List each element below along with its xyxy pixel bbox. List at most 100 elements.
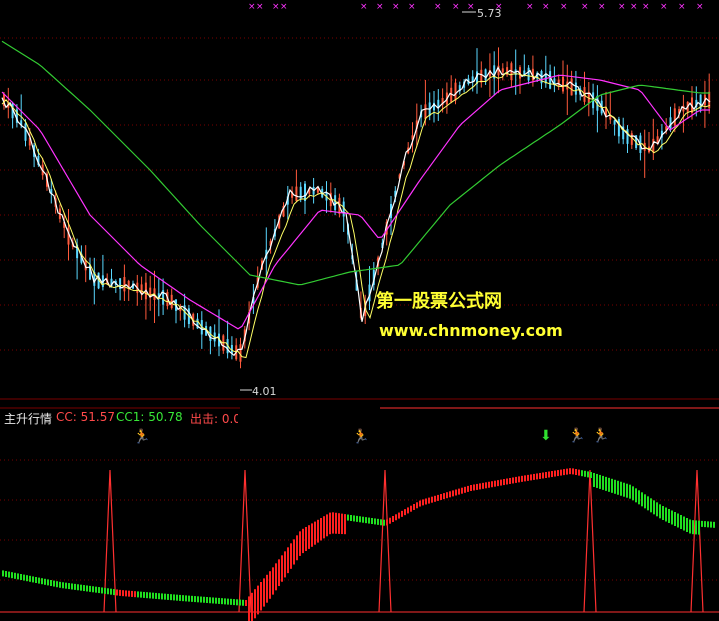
histogram-bar [464, 486, 466, 493]
histogram-bar [599, 474, 601, 489]
histogram-bar [152, 592, 154, 599]
histogram-bar [635, 488, 637, 503]
histogram-bar [101, 587, 103, 594]
histogram-bar [596, 473, 598, 488]
histogram-bar [491, 481, 493, 488]
histogram-bar [326, 514, 328, 537]
histogram-bar [218, 597, 220, 604]
histogram-bar [518, 476, 520, 483]
histogram-bar [41, 578, 43, 585]
histogram-bar [314, 521, 316, 545]
histogram-bar [557, 470, 559, 477]
histogram-bar [341, 513, 343, 535]
histogram-bar [263, 578, 265, 607]
histogram-bar [602, 475, 604, 490]
histogram-bar [536, 473, 538, 480]
histogram-bar [209, 597, 211, 604]
histogram-bar [173, 594, 175, 601]
low-price-marker: 4.01 [252, 385, 277, 398]
histogram-bar [590, 472, 592, 478]
histogram-bar [467, 485, 469, 492]
histogram-bar [53, 580, 55, 587]
histogram-bar [11, 572, 13, 579]
histogram-bar [695, 520, 697, 535]
histogram-bar [515, 476, 517, 483]
histogram-bar [659, 504, 661, 519]
histogram-bar [566, 468, 568, 475]
histogram-bar [407, 507, 409, 514]
histogram-bar [308, 525, 310, 549]
histogram-bar [392, 516, 394, 522]
histogram-bar [191, 595, 193, 602]
histogram-bar [521, 475, 523, 482]
histogram-bar [416, 502, 418, 509]
histogram-bar [56, 581, 58, 588]
histogram-bar [161, 593, 163, 600]
histogram-bar [359, 516, 361, 523]
histogram-bar [512, 477, 514, 484]
histogram-bar [551, 471, 553, 478]
histogram-bar [698, 520, 700, 535]
histogram-bar [527, 474, 529, 481]
histogram-bar [305, 527, 307, 551]
histogram-bar [26, 575, 28, 582]
histogram-bar [188, 595, 190, 602]
histogram-bar [581, 470, 583, 477]
histogram-bar [62, 582, 64, 589]
histogram-bar [368, 517, 370, 524]
histogram-bar [662, 506, 664, 520]
indicator-panel[interactable] [0, 0, 719, 621]
histogram-bar [473, 484, 475, 491]
histogram-bar [311, 523, 313, 547]
histogram-bar [587, 471, 589, 478]
histogram-bar [143, 591, 145, 598]
histogram-bar [593, 472, 595, 487]
histogram-bar [35, 577, 37, 583]
histogram-bar [134, 591, 136, 598]
runner-icon: 🏃 [352, 429, 370, 445]
histogram-bar [494, 480, 496, 487]
histogram-bar [257, 585, 259, 615]
histogram-bar [692, 520, 694, 535]
histogram-bar [617, 480, 619, 495]
histogram-bar [239, 599, 241, 606]
histogram-bar [479, 483, 481, 490]
histogram-bar [194, 596, 196, 603]
histogram-bar [497, 480, 499, 487]
histogram-bar [170, 594, 172, 601]
histogram-bar [653, 500, 655, 515]
histogram-bar [704, 521, 706, 528]
histogram-bar [542, 472, 544, 479]
histogram-bar [296, 535, 298, 561]
histogram-bar [233, 599, 235, 606]
histogram-bar [485, 482, 487, 489]
histogram-bar [539, 472, 541, 479]
histogram-bar [665, 507, 667, 522]
histogram-bar [302, 528, 304, 554]
histogram-bar [215, 597, 217, 604]
histogram-bar [119, 589, 121, 596]
histogram-bar [182, 595, 184, 602]
histogram-bar [203, 596, 205, 603]
histogram-bar [71, 583, 73, 590]
histogram-bar [362, 516, 364, 523]
attack-value: 出击: 0.0 [190, 412, 238, 426]
histogram-bar [404, 509, 406, 516]
histogram-bar [272, 567, 274, 595]
histogram-bar [668, 509, 670, 523]
histogram-bar [107, 588, 109, 595]
histogram-bar [128, 590, 130, 597]
histogram-bar [428, 497, 430, 504]
histogram-bar [632, 486, 634, 501]
histogram-bar [125, 590, 127, 597]
histogram-bar [20, 574, 22, 580]
histogram-bar [242, 599, 244, 606]
histogram-bar [50, 580, 52, 586]
histogram-bar [212, 597, 214, 604]
histogram-bar [320, 518, 322, 541]
histogram-bar [74, 583, 76, 590]
histogram-bar [200, 596, 202, 603]
histogram-bar [386, 519, 388, 526]
histogram-bar [17, 573, 19, 580]
histogram-bar [8, 571, 10, 578]
